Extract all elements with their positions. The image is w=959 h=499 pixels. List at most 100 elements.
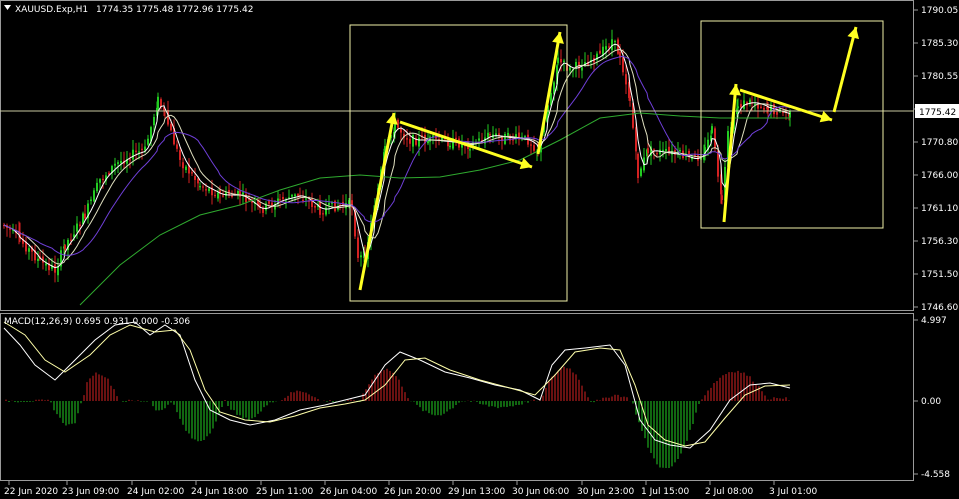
symbol-title: XAUUSD.Exp,H1 [15,5,88,15]
time-tick-label: 29 Jun 13:00 [448,487,505,497]
candle-body [360,255,362,258]
candle-body [141,148,143,150]
price-tick-label: 1751.50 [921,270,958,280]
candle-body [406,138,408,140]
candle-body [776,112,778,115]
candle-body [507,132,509,136]
candle-body [231,195,233,197]
candle-body [214,194,216,197]
time-tick-label: 24 Jun 02:00 [127,487,184,497]
candle-body [763,108,765,110]
candle-body [153,116,155,126]
moving-averages [3,43,791,306]
candle-body [563,60,565,62]
candle-body [530,144,532,146]
annotation-arrow-head [847,27,860,40]
candle-body [217,192,219,199]
macd-axis-top: 4.997 [921,316,947,326]
macd-axis-zero: 0.00 [921,397,941,407]
candle-body [322,213,324,215]
annotation-arrow-line[interactable] [722,83,738,223]
chart-menu-icon[interactable] [4,5,11,10]
candle-body [749,99,751,104]
candle-body [622,56,624,73]
candle-body [504,134,506,144]
candle-body [560,59,562,63]
ohlc-values: 1774.35 1775.48 1772.96 1775.42 [96,5,253,15]
candle-body [656,153,658,155]
candle-body [740,103,742,108]
candle-body [285,200,287,202]
time-tick-label: 26 Jun 20:00 [384,487,441,497]
candle-body [120,160,122,164]
candle-body [328,202,330,206]
candle-body [469,149,471,151]
candle-body [117,162,119,164]
candle-body [64,245,66,250]
candle-body [662,149,664,152]
price-pane-frame [0,0,914,311]
candle-body [478,138,480,141]
candle-body [760,106,762,108]
candle-body [302,199,304,202]
candle-body [455,137,457,140]
candle-body [498,133,500,136]
annotation-arrows[interactable] [358,26,860,291]
candle-body [647,148,649,154]
candle-body [357,237,359,258]
candle-body [208,188,210,192]
candle-body [581,67,583,71]
candle-body [319,201,321,215]
candle-body [54,264,56,273]
time-tick-label: 23 Jun 09:00 [62,487,119,497]
candle-body [294,194,296,197]
macd-pane-frame [0,313,914,481]
candle-body [28,248,30,252]
candle-body [76,223,78,232]
trading-chart-window: XAUUSD.Exp,H1 1774.35 1775.48 1772.96 17… [0,0,959,499]
annotation-box-1[interactable] [349,24,568,302]
candle-body [185,166,187,171]
candle-body [524,136,526,138]
candle-body [114,163,116,166]
candle-body [99,179,101,183]
candle-body [102,178,104,181]
candle-body [614,40,616,43]
candle-body [202,186,204,188]
candle-body [147,138,149,145]
candle-body [409,138,411,144]
candle-body [637,153,639,179]
time-tick-label: 30 Jun 06:00 [512,487,569,497]
annotation-box-2[interactable] [700,20,884,229]
price-tick-label: 1785.30 [921,39,958,49]
candle-body [157,96,159,110]
candle-body [135,150,137,152]
time-tick-label: 2 Jul 08:00 [705,487,754,497]
annotation-arrow-head [729,84,742,96]
time-tick-label: 3 Jul 01:00 [769,487,818,497]
candle-body [305,198,307,200]
candle-body [605,46,607,50]
current-price-label: 1775.42 [919,108,956,118]
time-tick-label: 25 Jun 11:00 [256,487,313,497]
candle-body [721,195,723,201]
candle-body [489,134,491,136]
candle-body [197,178,199,184]
macd-title: MACD(12,26,9) 0.695 0.931 0.000 -0.306 [4,317,190,327]
chart-canvas[interactable]: XAUUSD.Exp,H1 1774.35 1775.48 1772.96 17… [0,0,959,499]
candle-body [629,95,631,101]
candle-body [282,196,284,200]
candle-body [45,263,47,266]
price-tick-label: 1746.60 [921,303,958,313]
macd-axis-bottom: -4.558 [921,470,950,480]
annotation-arrow-line[interactable] [832,26,858,113]
candle-body [93,190,95,202]
candle-body [487,132,489,138]
time-tick-label: 22 Jun 2020 [4,487,58,497]
candle-body [291,194,293,197]
price-tick-label: 1761.10 [921,204,958,214]
candle-body [611,39,613,51]
annotation-arrow-line[interactable] [358,112,396,291]
candle-body [84,213,86,219]
candle-body [199,186,201,188]
